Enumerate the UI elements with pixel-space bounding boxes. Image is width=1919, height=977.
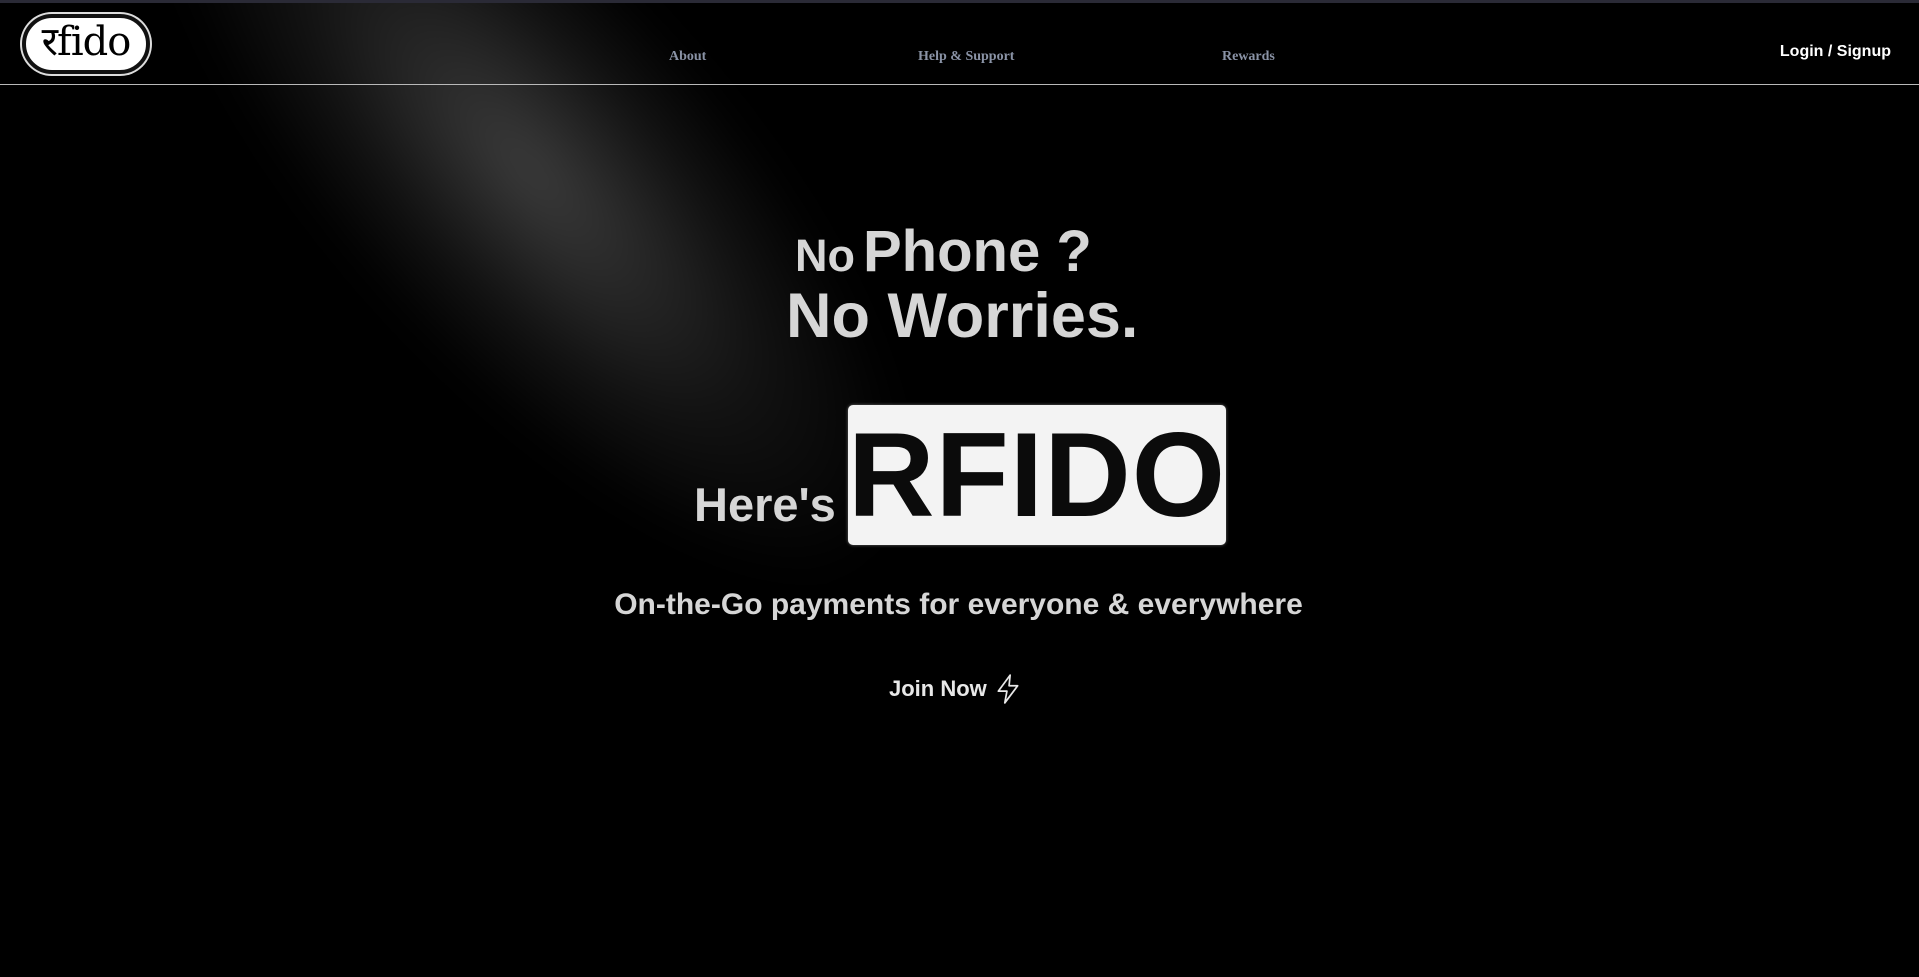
brand-box: RFIDO xyxy=(848,405,1226,545)
landing-page: रfido About Help & Support Rewards Login… xyxy=(0,0,1919,977)
hero-no-text: No xyxy=(795,230,855,281)
join-now-button[interactable]: Join Now xyxy=(889,674,1021,704)
lightning-bolt-icon xyxy=(997,674,1019,704)
hero-headline-line2: No Worries. xyxy=(786,281,1139,351)
hero-phone-text: Phone ? xyxy=(863,219,1092,284)
hero-tagline: On-the-Go payments for everyone & everyw… xyxy=(0,588,1919,622)
heres-text: Here's xyxy=(694,478,836,531)
hero-section: No Phone ? No Worries. Here's RFIDO On-th… xyxy=(0,0,1919,977)
join-now-label: Join Now xyxy=(889,676,987,701)
tagline-text: On-the-Go payments for everyone & everyw… xyxy=(614,588,1303,621)
hero-headline-line1: No Phone ? xyxy=(795,218,1092,285)
brand-name: RFIDO xyxy=(847,408,1227,542)
